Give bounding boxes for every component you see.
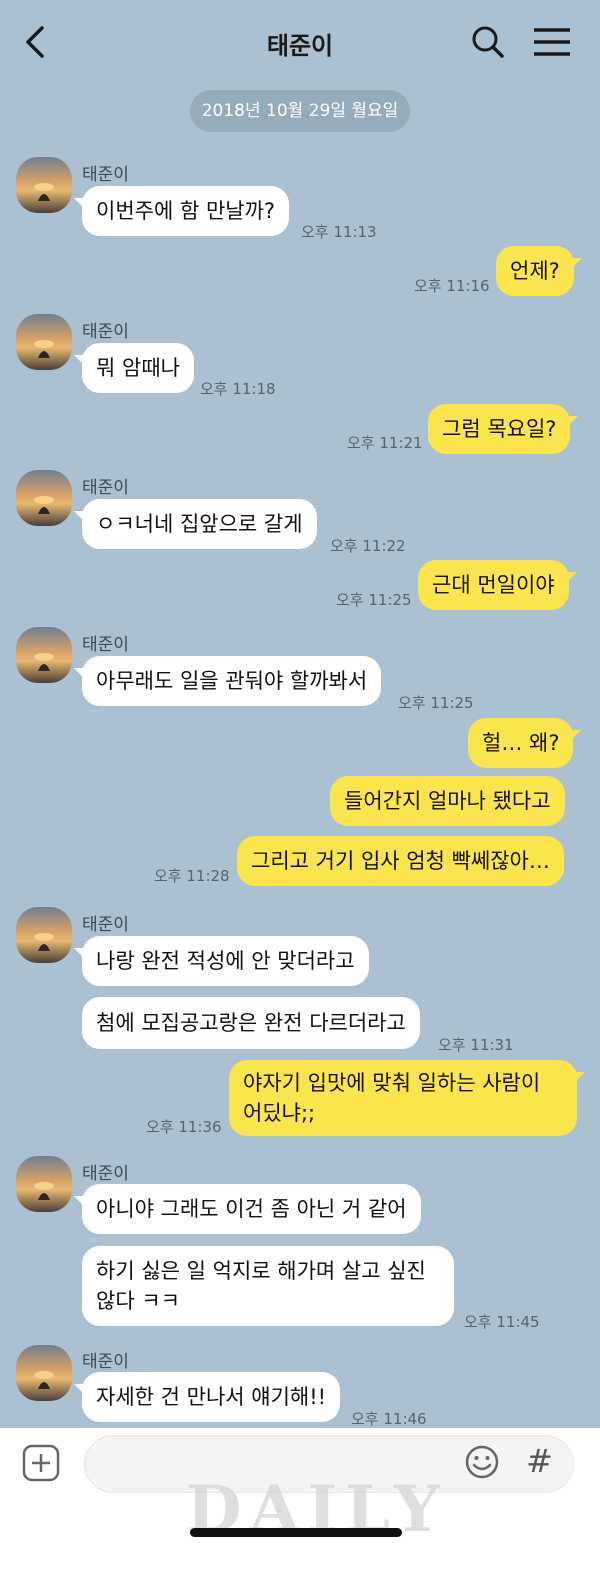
message-time: 오후 11:13 xyxy=(301,223,377,241)
message-time: 오후 11:45 xyxy=(464,1313,540,1331)
message-time: 오후 11:36 xyxy=(146,1118,222,1136)
sender-name: 태준이 xyxy=(82,1164,129,1184)
message-bubble-outgoing[interactable]: 언제? xyxy=(496,246,582,296)
plus-icon[interactable] xyxy=(22,1444,60,1482)
message-bubble-incoming[interactable]: 아니야 그래도 이건 좀 아닌 거 같어 xyxy=(74,1184,421,1234)
message-bubble-outgoing[interactable]: 야자기 입맛에 맞춰 일하는 사람이 어딨냐;; xyxy=(229,1060,585,1136)
message-bubble-incoming[interactable]: ㅇㅋ너네 집앞으로 갈게 xyxy=(74,499,317,549)
message-bubble-incoming[interactable]: 나랑 완전 적성에 안 맞더라고 xyxy=(74,936,369,986)
chat-header: 태준이 xyxy=(0,0,600,86)
message-bubble-outgoing[interactable]: 그럼 목요일? xyxy=(428,404,579,454)
menu-icon[interactable] xyxy=(532,24,572,60)
avatar[interactable] xyxy=(16,1345,72,1401)
message-bubble-incoming[interactable]: 하기 싫은 일 억지로 해가며 살고 싶진 않다 ㅋㅋ xyxy=(82,1246,454,1326)
avatar[interactable] xyxy=(16,157,72,213)
avatar[interactable] xyxy=(16,627,72,683)
avatar[interactable] xyxy=(16,907,72,963)
message-time: 오후 11:31 xyxy=(438,1036,514,1054)
message-time: 오후 11:21 xyxy=(347,434,423,452)
message-bubble-incoming[interactable]: 뭐 암때나 xyxy=(74,343,194,393)
sender-name: 태준이 xyxy=(82,322,129,342)
avatar[interactable] xyxy=(16,1156,72,1212)
message-time: 오후 11:25 xyxy=(398,694,474,712)
message-time: 오후 11:18 xyxy=(200,380,276,398)
message-bubble-incoming[interactable]: 아무래도 일을 관둬야 할까봐서 xyxy=(73,656,382,706)
sender-name: 태준이 xyxy=(82,635,129,655)
message-time: 오후 11:28 xyxy=(154,867,230,885)
message-bubble-outgoing[interactable]: 그리고 거기 입사 엄청 빡쎄잖아… xyxy=(237,836,564,886)
message-bubble-incoming[interactable]: 자세한 건 만나서 얘기해!! xyxy=(73,1372,341,1422)
message-bubble-incoming[interactable]: 첨에 모집공고랑은 완전 다르더라고 xyxy=(82,997,420,1049)
date-divider: 2018년 10월 29일 월요일 xyxy=(190,90,410,132)
message-time: 오후 11:46 xyxy=(351,1410,427,1428)
message-composer: # DAILY xyxy=(0,1428,600,1589)
home-indicator[interactable] xyxy=(190,1528,402,1537)
avatar[interactable] xyxy=(16,470,72,526)
sender-name: 태준이 xyxy=(82,165,129,185)
message-bubble-incoming[interactable]: 이번주에 함 만날까? xyxy=(73,186,290,236)
emoji-icon[interactable] xyxy=(464,1444,500,1480)
search-icon[interactable] xyxy=(470,22,506,62)
avatar[interactable] xyxy=(16,314,72,370)
message-time: 오후 11:22 xyxy=(330,537,406,555)
message-time: 오후 11:25 xyxy=(336,591,412,609)
chat-title: 태준이 xyxy=(266,32,334,60)
hashtag-icon[interactable]: # xyxy=(526,1442,553,1480)
message-time: 오후 11:16 xyxy=(414,277,490,295)
sender-name: 태준이 xyxy=(82,915,129,935)
message-bubble-outgoing[interactable]: 근대 먼일이야 xyxy=(418,560,577,610)
message-bubble-outgoing[interactable]: 들어간지 얼마나 됐다고 xyxy=(330,776,565,826)
sender-name: 태준이 xyxy=(82,478,129,498)
message-bubble-outgoing[interactable]: 헐… 왜? xyxy=(468,718,582,768)
sender-name: 태준이 xyxy=(82,1352,129,1372)
